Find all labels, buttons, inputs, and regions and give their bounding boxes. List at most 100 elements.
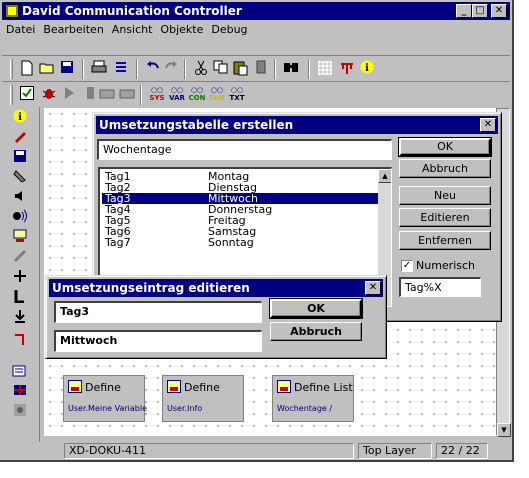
app-icon [5, 4, 19, 18]
main-toolbar: i [2, 55, 510, 81]
cancel-button[interactable]: Abbruch [399, 159, 491, 178]
copy-icon[interactable] [212, 60, 230, 78]
debug-toolbar: ○○ SYS ○○ VAR ○○ CON ○○ SUB ○○ TXT [2, 81, 510, 107]
group-icon[interactable] [10, 403, 30, 421]
info-icon[interactable]: i [358, 60, 376, 78]
down-icon[interactable] [10, 309, 30, 327]
cut-icon[interactable] [192, 60, 210, 78]
tool-icon[interactable] [10, 249, 30, 267]
menu-debug[interactable]: Debug [207, 21, 251, 39]
block-variable: Wochentage / [277, 404, 333, 413]
redo-icon[interactable] [162, 60, 180, 78]
pen-icon[interactable] [10, 129, 30, 147]
step-over-icon[interactable] [118, 86, 136, 104]
run-icon[interactable] [60, 86, 78, 104]
svg-text:i: i [365, 63, 369, 74]
object-palette: i [2, 107, 40, 442]
entry-ok-button[interactable]: OK [269, 298, 363, 319]
status-page: 22 / 22 [436, 443, 488, 459]
toolbar-separator [82, 59, 84, 79]
bug-icon[interactable] [40, 86, 58, 104]
remove-entry-button[interactable]: Entfernen [399, 231, 491, 250]
audio-icon[interactable] [10, 209, 30, 227]
new-entry-button[interactable]: Neu [399, 186, 491, 205]
menu-objekte[interactable]: Objekte [156, 21, 207, 39]
entry-value-input[interactable]: Mittwoch [54, 330, 262, 352]
jump-icon[interactable] [10, 289, 30, 307]
define-icon [167, 380, 181, 393]
ok-button[interactable]: OK [398, 137, 492, 157]
close-icon[interactable]: ✕ [480, 118, 496, 132]
find-icon[interactable] [282, 60, 300, 78]
edit-entry-button[interactable]: Editieren [399, 208, 491, 227]
table-name-input[interactable]: Wochentage [97, 139, 392, 160]
menu-ansicht[interactable]: Ansicht [108, 21, 157, 39]
txt-watch-icon[interactable]: ○○ TXT [228, 86, 246, 104]
close-button[interactable]: ✕ [491, 4, 507, 18]
window-title: David Communication Controller [22, 4, 242, 18]
close-icon[interactable]: ✕ [365, 281, 381, 295]
entry-key-input[interactable]: Tag3 [54, 301, 262, 323]
entry-dialog-title: Umsetzungseintrag editieren [52, 281, 250, 295]
info-icon[interactable]: i [10, 109, 30, 127]
con-watch-icon[interactable]: ○○ CON [188, 86, 206, 104]
save-object-icon[interactable] [10, 149, 30, 167]
toolbar-separator [136, 59, 138, 79]
list-icon[interactable] [112, 60, 130, 78]
toolbar-separator [308, 59, 310, 79]
minimize-button[interactable]: _ [456, 4, 472, 18]
toolbar-separator [184, 59, 186, 79]
new-icon[interactable] [18, 60, 36, 78]
menu-datei[interactable]: Datei [2, 21, 39, 39]
connector-icon[interactable] [10, 333, 30, 351]
list-scroll-up[interactable]: ▲ [378, 169, 391, 183]
numeric-label: Numerisch [416, 259, 476, 272]
list-item[interactable]: Tag7 Sonntag [102, 237, 378, 248]
menu-bar: Datei Bearbeiten Ansicht Objekte Debug [2, 21, 510, 39]
speaker-icon[interactable] [10, 189, 30, 207]
sys-watch-icon[interactable]: ○○ SYS [148, 86, 166, 104]
toolbar-separator [140, 85, 142, 105]
toolbar-grip [10, 59, 13, 79]
scroll-down-arrow[interactable]: ▼ [497, 423, 511, 437]
new-object-icon[interactable] [10, 363, 30, 381]
toolbar-separator [274, 59, 276, 79]
format-input[interactable]: Tag%X [399, 277, 481, 297]
hand-icon[interactable] [10, 169, 30, 187]
save-icon[interactable] [58, 60, 76, 78]
block-title-text: Define [184, 381, 220, 394]
sub-label: SUB [208, 94, 226, 102]
entry-cancel-button[interactable]: Abbruch [270, 322, 362, 341]
status-layer: Top Layer [358, 443, 432, 459]
print-icon[interactable] [90, 60, 108, 78]
maximize-button[interactable]: □ [472, 4, 488, 18]
sub-watch-icon[interactable]: ○○ SUB [208, 86, 226, 104]
canvas-block[interactable]: Define User.Info [162, 375, 244, 422]
paste-icon[interactable] [232, 60, 250, 78]
define-icon [68, 380, 82, 393]
block-variable: User.Meine Variable [68, 404, 148, 413]
title-bar: David Communication Controller _ □ ✕ [2, 2, 510, 20]
branch-icon[interactable] [10, 269, 30, 287]
toolbar-grip [10, 85, 13, 105]
check-icon[interactable] [18, 86, 36, 104]
screen-icon[interactable] [10, 229, 30, 247]
status-document: XD-DOKU-411 [64, 443, 354, 459]
table-dialog-title: Umsetzungstabelle erstellen [99, 118, 294, 132]
menu-bearbeiten[interactable]: Bearbeiten [39, 21, 107, 39]
status-bar: XD-DOKU-411 Top Layer 22 / 22 [2, 442, 510, 460]
open-icon[interactable] [38, 60, 56, 78]
delete-icon[interactable] [252, 60, 270, 78]
canvas-block[interactable]: Define User.Meine Variable [63, 375, 148, 422]
var-watch-icon[interactable]: ○○ VAR [168, 86, 186, 104]
numeric-checkbox[interactable]: ✓ [401, 260, 413, 272]
grid-icon[interactable] [316, 59, 334, 78]
canvas-block[interactable]: Define List Wochentage / [272, 375, 354, 422]
network-icon[interactable] [338, 60, 356, 78]
entry-dialog-titlebar: Umsetzungseintrag editieren ✕ [49, 279, 383, 297]
block-title: Define List [277, 380, 353, 395]
flag-icon[interactable] [10, 383, 30, 401]
step-icon[interactable] [98, 86, 116, 104]
undo-icon[interactable] [144, 60, 162, 78]
define-list-icon [277, 380, 291, 393]
